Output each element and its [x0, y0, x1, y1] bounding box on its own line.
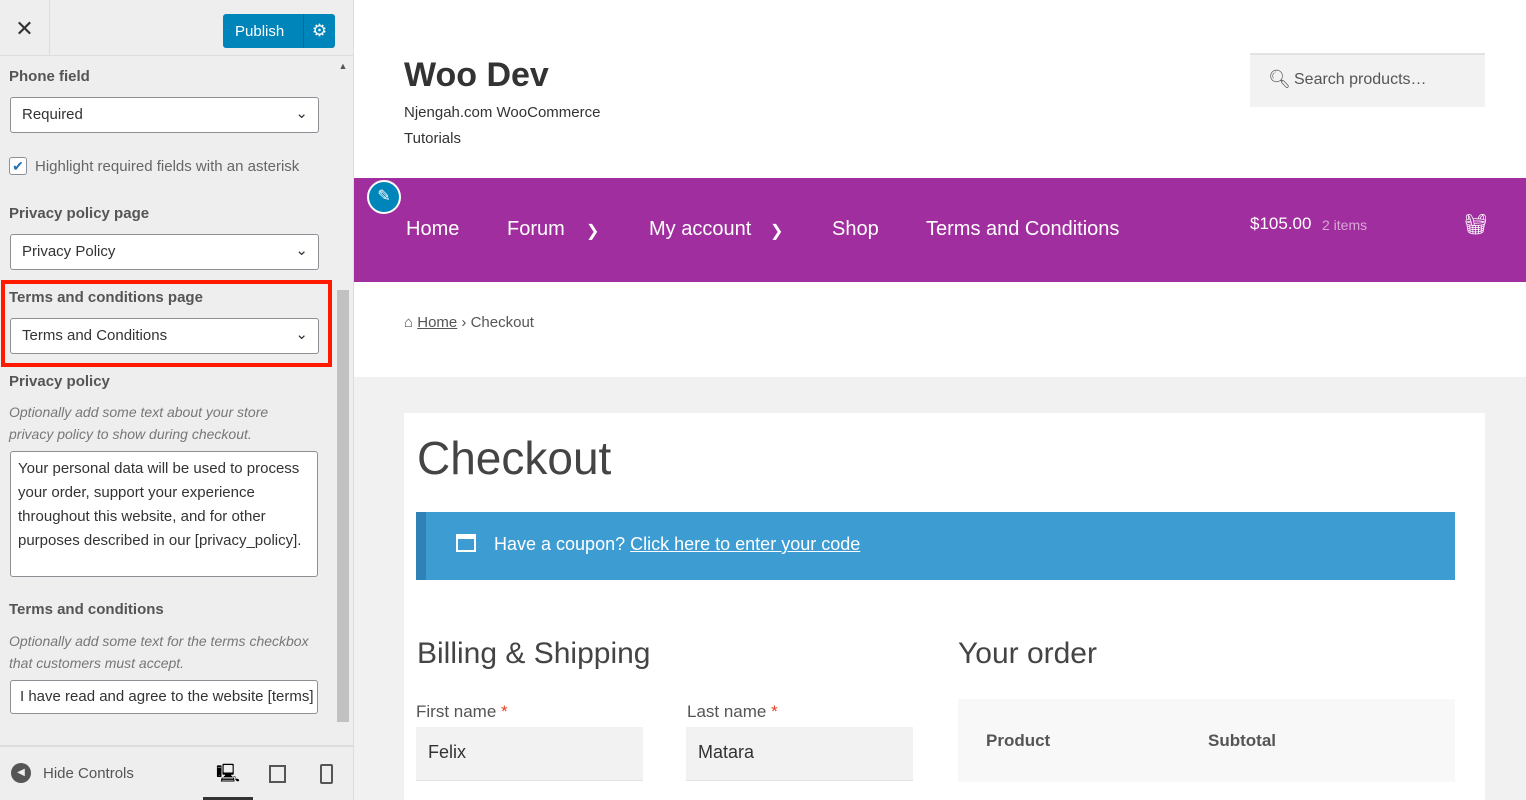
nav-home[interactable]: Home [406, 218, 459, 241]
search-input[interactable]: 🔍︎ Search products… [1250, 53, 1485, 107]
column-product: Product [986, 731, 1051, 750]
required-asterisk: * [501, 702, 508, 721]
publish-button[interactable]: Publish ⚙ [223, 14, 335, 48]
chevron-down-icon: ⌄ [295, 105, 308, 122]
first-name-input[interactable]: Felix [416, 727, 643, 781]
window-icon [456, 534, 476, 552]
checkout-card: Checkout Have a coupon? Click here to en… [404, 413, 1485, 800]
close-button[interactable]: ✕ [0, 0, 50, 56]
nav-shop[interactable]: Shop [832, 218, 879, 241]
breadcrumb-home[interactable]: Home [417, 314, 457, 331]
customizer-footer: ◀ Hide Controls 🖳 [0, 745, 353, 800]
page-title: Checkout [417, 432, 612, 484]
coupon-notice: Have a coupon? Click here to enter your … [416, 512, 1455, 580]
customizer-header: ✕ Publish ⚙ [0, 0, 353, 56]
highlight-required-checkbox[interactable]: ✔ Highlight required fields with an aster… [9, 157, 299, 175]
billing-title: Billing & Shipping [417, 637, 651, 670]
breadcrumb: ⌂ Home › Checkout [404, 314, 534, 331]
phone-field-select[interactable]: Required ⌄ [10, 97, 319, 133]
terms-label: Terms and conditions [9, 601, 164, 618]
last-name-label: Last name * [687, 702, 778, 722]
home-icon: ⌂ [404, 314, 414, 331]
site-tagline: Njengah.com WooCommerce Tutorials [404, 104, 601, 147]
publish-label: Publish [235, 22, 285, 40]
chevron-down-icon[interactable]: ❯ [770, 221, 783, 241]
edit-pencil-icon[interactable]: ✎ [367, 180, 401, 214]
cart-total[interactable]: $105.00 [1250, 214, 1311, 234]
chevron-down-icon: ⌄ [295, 242, 308, 259]
required-asterisk: * [771, 702, 778, 721]
first-name-label: First name * [416, 702, 508, 722]
nav-forum[interactable]: Forum [507, 218, 565, 241]
label-text: Last name [687, 702, 767, 721]
desktop-preview-icon[interactable]: 🖳 [203, 747, 253, 800]
coupon-link[interactable]: Click here to enter your code [630, 534, 860, 554]
primary-nav: ✎ Home Forum ❯ My account ❯ Shop Terms a… [354, 178, 1526, 282]
site-title[interactable]: Woo Dev [404, 56, 549, 95]
select-value: Required [22, 106, 83, 123]
terms-page-select[interactable]: Terms and Conditions ⌄ [10, 318, 319, 354]
scrollbar[interactable]: ▲ [334, 58, 352, 743]
breadcrumb-current: Checkout [470, 314, 534, 331]
privacy-policy-textarea[interactable]: Your personal data will be used to proce… [10, 451, 318, 577]
checkbox-checked-icon[interactable]: ✔ [9, 157, 27, 175]
last-name-input[interactable]: Matara [686, 727, 913, 781]
hide-controls-button[interactable]: ◀ Hide Controls [11, 763, 134, 783]
chevron-down-icon: ⌄ [295, 326, 308, 343]
chevron-down-icon[interactable]: ❯ [586, 221, 599, 241]
search-placeholder: Search products… [1294, 71, 1427, 88]
terms-description: Optionally add some text for the terms c… [9, 633, 309, 671]
site-preview: Woo Dev Njengah.com WooCommerce Tutorial… [354, 0, 1526, 800]
mobile-preview-icon[interactable] [320, 764, 333, 784]
customizer-sidebar: ✕ Publish ⚙ Phone field Required ⌄ ✔ Highli… [0, 0, 354, 800]
order-title: Your order [958, 637, 1097, 670]
coupon-text: Have a coupon? [494, 534, 626, 554]
terms-input[interactable]: I have read and agree to the website [te… [10, 680, 318, 714]
scroll-up-icon[interactable]: ▲ [334, 61, 352, 71]
privacy-page-label: Privacy policy page [9, 205, 150, 222]
tablet-preview-icon[interactable] [269, 765, 286, 783]
label-text: First name [416, 702, 497, 721]
select-value: Terms and Conditions [22, 327, 168, 344]
column-subtotal: Subtotal [1208, 731, 1276, 750]
hide-controls-label: Hide Controls [43, 764, 134, 782]
select-value: Privacy Policy [22, 243, 116, 260]
order-table-header: Product Subtotal [958, 699, 1455, 782]
privacy-policy-label: Privacy policy [9, 373, 110, 390]
nav-terms[interactable]: Terms and Conditions [926, 218, 1119, 241]
privacy-page-select[interactable]: Privacy Policy ⌄ [10, 234, 319, 270]
cart-count[interactable]: 2 items [1322, 217, 1367, 233]
collapse-icon: ◀ [11, 763, 31, 783]
search-icon: 🔍︎ [1268, 69, 1291, 89]
terms-page-label: Terms and conditions page [9, 289, 203, 306]
privacy-policy-description: Optionally add some text about your stor… [9, 404, 269, 442]
nav-my-account[interactable]: My account [649, 218, 751, 241]
basket-icon[interactable]: 🧺︎ [1463, 212, 1488, 237]
gear-icon[interactable]: ⚙ [303, 14, 335, 48]
checkbox-label: Highlight required fields with an asteri… [35, 157, 300, 175]
scrollbar-thumb[interactable] [337, 290, 349, 722]
phone-field-label: Phone field [9, 68, 90, 85]
